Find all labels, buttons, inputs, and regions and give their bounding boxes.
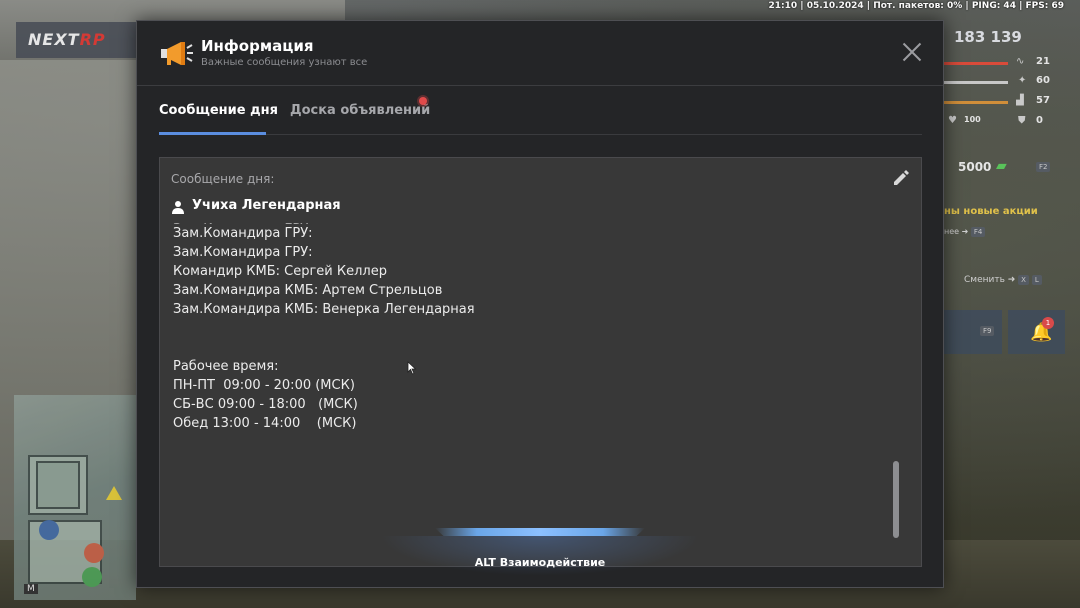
hud-panel: 183 139 21 ∿ 60 ✦ 57 ▟ 100 ♥ 0 ⛊ 5000 ▰ … xyxy=(944,22,1065,360)
notification-badge: 1 xyxy=(1042,317,1054,329)
message-line: Командир КМБ: Сергей Келлер xyxy=(173,264,387,279)
hunger-icon: ✦ xyxy=(1018,75,1027,86)
message-line: Зам.Командира КМБ: Артем Стрельцов xyxy=(173,283,443,298)
hud-promo-title: ны новые акции xyxy=(944,206,1038,217)
message-line xyxy=(173,338,873,357)
close-button[interactable] xyxy=(901,41,923,63)
minimap-marker-icon xyxy=(82,567,102,587)
message-line: Зам.Командира ГРУ: xyxy=(173,245,313,260)
interaction-hint: ALT Взаимодействие xyxy=(474,556,606,569)
armor-icon: ▟ xyxy=(1016,95,1024,106)
game-logo: NEXTRP xyxy=(16,22,136,58)
status-bar: 21:10 | 05.10.2024 | Пот. пакетов: 0% | … xyxy=(768,1,1065,11)
hud-promo-subtitle: нее ➜ F4 xyxy=(944,227,986,237)
edit-pencil-icon[interactable] xyxy=(891,168,911,188)
hud-key-f2: F2 xyxy=(1036,162,1051,172)
hud-money: 183 139 xyxy=(954,28,1022,46)
message-scrollbar[interactable] xyxy=(893,461,899,538)
hud-stat-value: 60 xyxy=(1036,75,1050,86)
info-modal: Информация Важные сообщения узнают все С… xyxy=(136,20,944,588)
minimap-key-label: M xyxy=(24,584,38,594)
hud-change-label: Сменить ➜ X L xyxy=(964,275,1042,285)
player-arrow-icon xyxy=(106,486,122,500)
tab-message-of-day[interactable]: Сообщение дня xyxy=(159,103,278,118)
modal-subtitle: Важные сообщения узнают все xyxy=(201,57,368,68)
interaction-bar xyxy=(435,528,645,536)
message-line: Зам.Командира ГРУ: xyxy=(173,226,313,241)
hud-phone-box[interactable]: F9 xyxy=(944,310,1002,354)
minimap-marker-icon xyxy=(39,520,59,540)
mouse-cursor-icon xyxy=(407,361,417,375)
cash-icon: ▰ xyxy=(996,158,1007,174)
modal-header: Информация Важные сообщения узнают все xyxy=(137,21,943,86)
message-line: СБ-ВС 09:00 - 18:00 (МСК) xyxy=(173,397,358,412)
heartbeat-icon: ∿ xyxy=(1016,56,1025,67)
message-cut-line: Зам.Командира ГРУ: xyxy=(173,220,873,224)
hunger-bar xyxy=(944,81,1008,84)
hud-stat-value: 57 xyxy=(1036,95,1050,106)
message-line: Рабочее время: xyxy=(173,359,279,374)
hud-stat-value: 21 xyxy=(1036,56,1050,67)
message-body: Зам.Командира ГРУ: Зам.Командира ГРУ: За… xyxy=(173,220,873,433)
message-panel: Сообщение дня: Учиха Легендарная Зам.Ком… xyxy=(159,157,922,567)
message-panel-label: Сообщение дня: xyxy=(171,172,275,186)
tab-announcements[interactable]: Доска объявлений xyxy=(290,103,430,118)
hud-notification-box[interactable]: 🔔 1 xyxy=(1008,310,1065,354)
message-line xyxy=(173,319,873,338)
modal-title: Информация xyxy=(201,37,314,55)
health-bar xyxy=(944,62,1008,65)
message-line: Обед 13:00 - 14:00 (МСК) xyxy=(173,416,357,431)
active-tab-indicator xyxy=(159,132,266,135)
shield-icon: ⛊ xyxy=(1018,115,1026,126)
message-line: ПН-ПТ 09:00 - 20:00 (МСК) xyxy=(173,378,355,393)
author-name: Учиха Легендарная xyxy=(192,198,341,213)
notification-dot-icon xyxy=(419,97,427,105)
message-line: Зам.Командира КМБ: Венерка Легендарная xyxy=(173,302,475,317)
tab-bar: Сообщение дня Доска объявлений xyxy=(159,97,922,135)
heart-icon: ♥ xyxy=(948,115,957,126)
hud-stat-value: 0 xyxy=(1036,115,1043,126)
hud-cash: 5000 xyxy=(958,160,992,174)
hud-health-value: 100 xyxy=(964,115,981,124)
user-icon xyxy=(172,201,184,214)
megaphone-icon xyxy=(161,42,193,65)
armor-bar xyxy=(944,101,1008,104)
chat-log xyxy=(26,82,136,253)
